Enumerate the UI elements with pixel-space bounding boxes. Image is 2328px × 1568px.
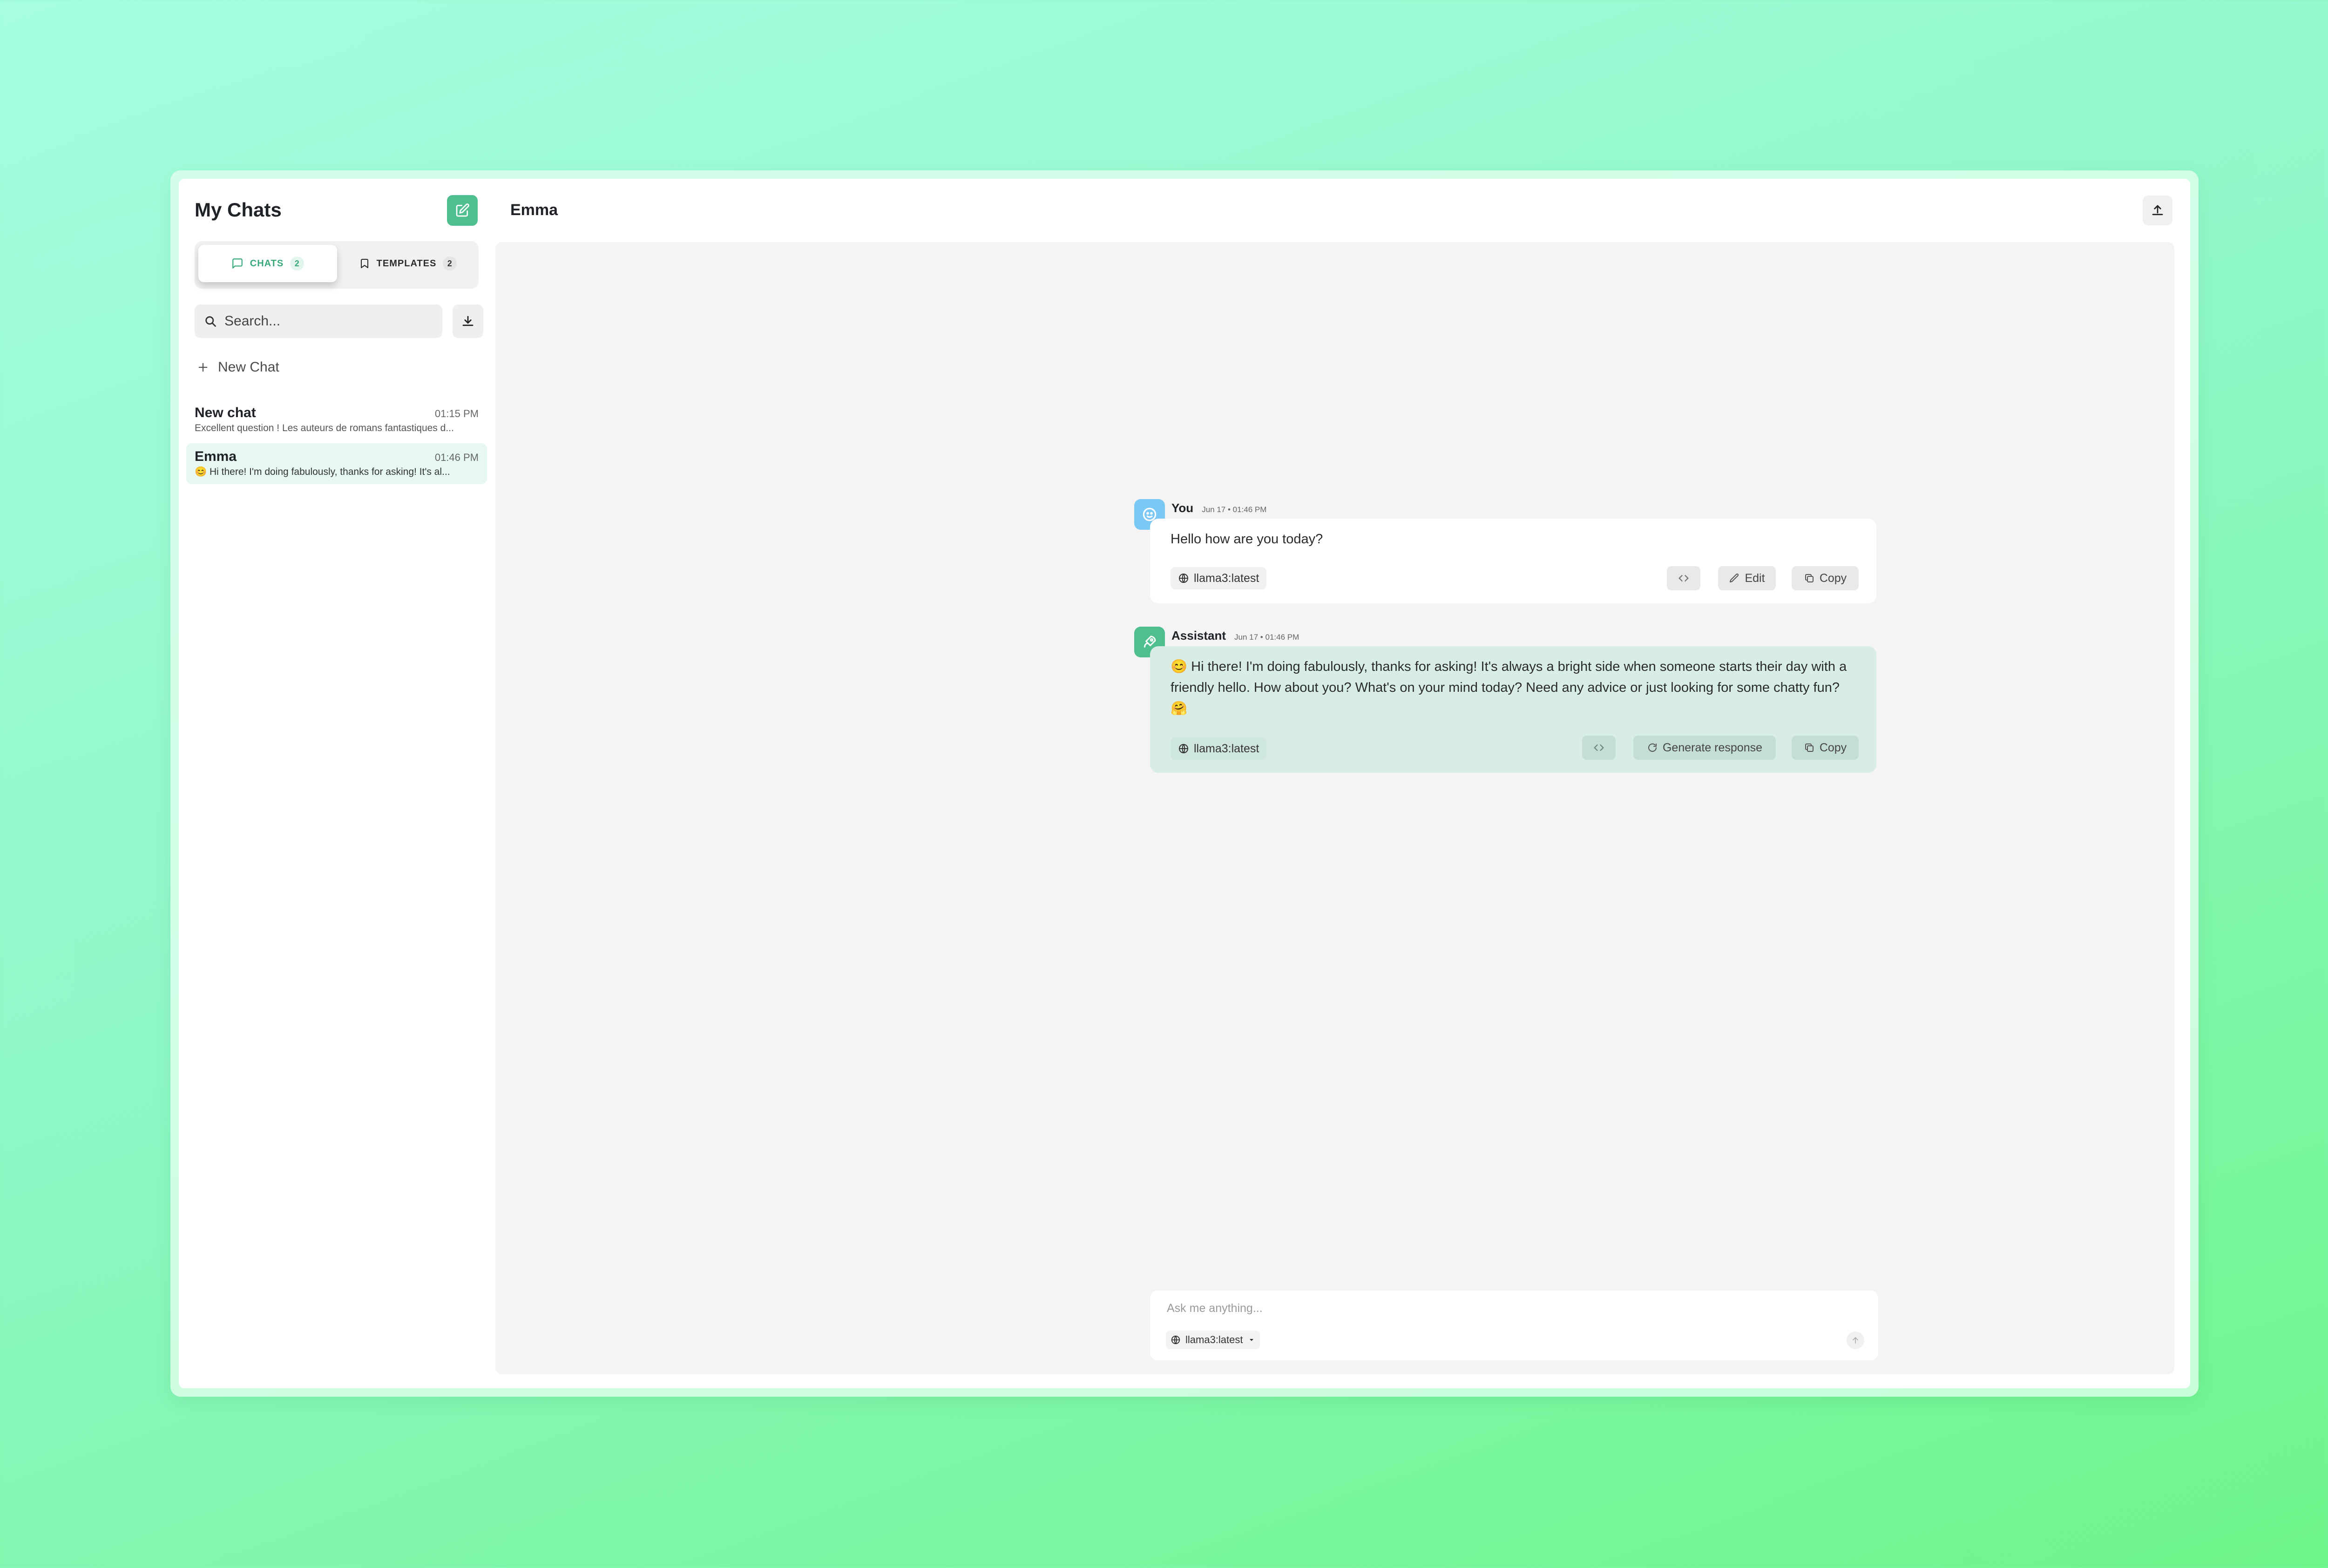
- chat-list-item[interactable]: New chat 01:15 PM Excellent question ! L…: [186, 399, 487, 440]
- copy-icon: [1805, 743, 1814, 752]
- download-icon: [462, 316, 474, 326]
- sidebar-title: My Chats: [195, 199, 282, 221]
- bookmark-icon: [360, 259, 368, 268]
- user-message-bubble: Hello how are you today? llama3:latest E…: [1150, 519, 1876, 603]
- model-name: llama3:latest: [1194, 742, 1259, 755]
- chat-list-item-active[interactable]: Emma 01:46 PM 😊 Hi there! I'm doing fabu…: [186, 443, 487, 484]
- copy-button[interactable]: Copy: [1792, 736, 1859, 760]
- compose-button[interactable]: [447, 195, 478, 226]
- plus-icon: [198, 363, 208, 372]
- upload-icon: [2152, 205, 2163, 216]
- chat-name: Emma: [195, 449, 237, 464]
- copy-label: Copy: [1819, 571, 1847, 585]
- view-code-button[interactable]: [1667, 566, 1700, 590]
- message-input[interactable]: [1166, 1301, 1820, 1323]
- new-chat-button[interactable]: New Chat: [196, 359, 279, 375]
- search-icon: [205, 316, 216, 327]
- code-icon: [1678, 575, 1689, 581]
- chat-bubble-icon: [232, 258, 243, 269]
- copy-icon: [1805, 574, 1814, 582]
- chat-preview: Excellent question ! Les auteurs de roma…: [195, 423, 454, 433]
- download-button[interactable]: [453, 304, 483, 338]
- view-code-button[interactable]: [1582, 736, 1616, 760]
- tab-chats-label: CHATS: [250, 258, 284, 269]
- copy-button[interactable]: Copy: [1792, 566, 1859, 590]
- app-window: My Chats CHATS 2 TEMPLATES 2 Search... N…: [179, 179, 2190, 1388]
- chat-title: Emma: [510, 201, 558, 219]
- message-header: Assistant Jun 17 • 01:46 PM: [1171, 629, 1299, 643]
- model-selector[interactable]: llama3:latest: [1166, 1331, 1260, 1349]
- tab-templates-count: 2: [443, 257, 457, 270]
- assistant-message-bubble: 😊 Hi there! I'm doing fabulously, thanks…: [1150, 646, 1876, 773]
- chat-name: New chat: [195, 405, 256, 420]
- globe-icon: [1171, 1335, 1180, 1345]
- conversation-area: You Jun 17 • 01:46 PM Hello how are you …: [495, 242, 2174, 1374]
- model-selector-label: llama3:latest: [1185, 1334, 1243, 1345]
- message-time: Jun 17 • 01:46 PM: [1202, 505, 1267, 514]
- chat-time: 01:15 PM: [434, 408, 479, 419]
- caret-down-icon: [1249, 1339, 1253, 1341]
- edit-button[interactable]: Edit: [1718, 566, 1776, 590]
- tab-templates[interactable]: TEMPLATES 2: [342, 245, 474, 282]
- export-button[interactable]: [2143, 196, 2172, 225]
- compose-icon: [456, 203, 469, 217]
- send-button[interactable]: [1847, 1331, 1864, 1349]
- code-icon: [1594, 744, 1604, 751]
- message-header: You Jun 17 • 01:46 PM: [1171, 501, 1266, 515]
- model-name: llama3:latest: [1194, 571, 1259, 585]
- message-author: You: [1171, 501, 1194, 515]
- search-box: [195, 304, 442, 338]
- generate-response-button[interactable]: Generate response: [1633, 736, 1776, 760]
- pencil-icon: [1730, 573, 1739, 582]
- generate-response-label: Generate response: [1662, 741, 1763, 754]
- message-text: Hello how are you today?: [1171, 532, 1323, 547]
- search-input[interactable]: [223, 313, 430, 330]
- message-text: 😊 Hi there! I'm doing fabulously, thanks…: [1171, 659, 1847, 716]
- message-author: Assistant: [1171, 629, 1226, 642]
- refresh-icon: [1648, 743, 1657, 752]
- chat-preview: 😊 Hi there! I'm doing fabulously, thanks…: [195, 466, 450, 477]
- arrow-up-icon: [1853, 1337, 1858, 1344]
- tab-templates-label: TEMPLATES: [376, 258, 437, 269]
- copy-label: Copy: [1819, 741, 1847, 754]
- model-chip: llama3:latest: [1171, 737, 1267, 760]
- globe-icon: [1179, 744, 1188, 753]
- chat-time: 01:46 PM: [434, 452, 479, 463]
- new-chat-label: New Chat: [218, 359, 279, 375]
- tab-chats-count: 2: [290, 257, 305, 270]
- sidebar-tabs: CHATS 2 TEMPLATES 2: [195, 241, 479, 289]
- edit-label: Edit: [1745, 571, 1765, 585]
- tab-chats[interactable]: CHATS 2: [198, 245, 337, 282]
- globe-icon: [1179, 574, 1188, 583]
- model-chip: llama3:latest: [1171, 567, 1267, 589]
- message-composer: llama3:latest: [1150, 1291, 1878, 1360]
- message-time: Jun 17 • 01:46 PM: [1234, 633, 1299, 642]
